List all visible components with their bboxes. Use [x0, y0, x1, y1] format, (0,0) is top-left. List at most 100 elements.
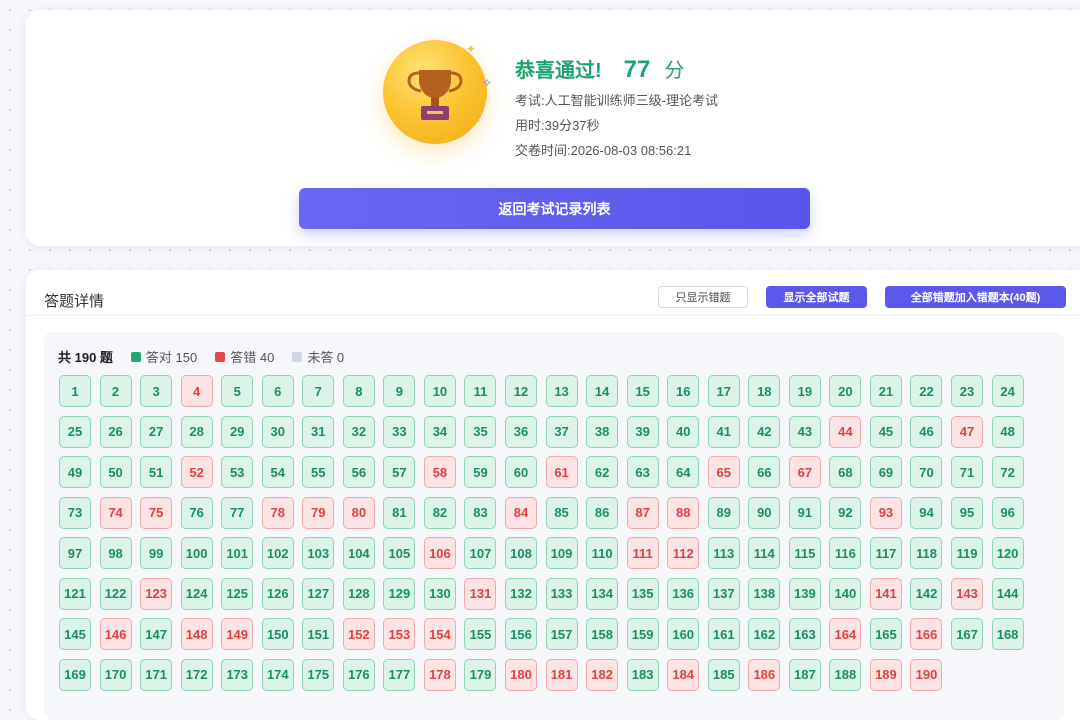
question-item[interactable]: 103 — [302, 537, 335, 569]
question-item[interactable]: 182 — [586, 658, 619, 691]
question-item[interactable]: 129 — [383, 577, 416, 610]
question-item[interactable]: 81 — [383, 496, 416, 529]
question-item[interactable]: 32 — [342, 415, 375, 448]
question-item[interactable]: 51 — [140, 456, 173, 488]
question-item[interactable]: 90 — [748, 496, 781, 529]
question-item[interactable]: 170 — [99, 658, 132, 691]
question-item[interactable]: 131 — [464, 577, 497, 610]
question-item[interactable]: 156 — [505, 618, 538, 650]
question-item[interactable]: 57 — [383, 456, 416, 488]
question-item[interactable]: 86 — [586, 496, 619, 529]
question-item[interactable]: 186 — [748, 658, 781, 691]
question-item[interactable]: 189 — [869, 658, 902, 691]
question-item[interactable]: 100 — [180, 537, 213, 569]
question-item[interactable]: 141 — [869, 577, 902, 610]
question-item[interactable]: 45 — [869, 415, 902, 448]
question-item[interactable]: 113 — [707, 537, 740, 569]
question-item[interactable]: 138 — [748, 577, 781, 610]
question-item[interactable]: 17 — [707, 375, 740, 407]
question-item[interactable]: 142 — [910, 577, 943, 610]
question-item[interactable]: 9 — [383, 375, 416, 407]
question-item[interactable]: 74 — [99, 496, 132, 529]
question-item[interactable]: 128 — [342, 577, 375, 610]
question-item[interactable]: 106 — [423, 537, 456, 569]
question-item[interactable]: 93 — [869, 496, 902, 529]
question-item[interactable]: 120 — [991, 537, 1024, 569]
question-item[interactable]: 146 — [99, 618, 132, 650]
question-item[interactable]: 76 — [180, 496, 213, 529]
question-item[interactable]: 34 — [423, 415, 456, 448]
question-item[interactable]: 169 — [59, 658, 91, 691]
question-item[interactable]: 123 — [140, 577, 173, 610]
question-item[interactable]: 82 — [423, 496, 456, 529]
question-item[interactable]: 35 — [464, 415, 497, 448]
question-item[interactable]: 27 — [140, 415, 173, 448]
question-item[interactable]: 91 — [788, 496, 821, 529]
question-item[interactable]: 108 — [505, 537, 538, 569]
question-item[interactable]: 1 — [59, 375, 91, 407]
question-item[interactable]: 153 — [383, 618, 416, 650]
question-item[interactable]: 78 — [261, 496, 294, 529]
question-item[interactable]: 28 — [180, 415, 213, 448]
question-item[interactable]: 179 — [464, 658, 497, 691]
question-item[interactable]: 7 — [302, 375, 335, 407]
question-item[interactable]: 126 — [261, 577, 294, 610]
question-item[interactable]: 62 — [586, 456, 619, 488]
question-item[interactable]: 66 — [748, 456, 781, 488]
question-item[interactable]: 18 — [748, 375, 781, 407]
question-item[interactable]: 80 — [342, 496, 375, 529]
question-item[interactable]: 116 — [829, 537, 862, 569]
question-item[interactable]: 55 — [302, 456, 335, 488]
question-item[interactable]: 72 — [991, 456, 1024, 488]
question-item[interactable]: 183 — [626, 658, 659, 691]
question-item[interactable]: 109 — [545, 537, 578, 569]
question-item[interactable]: 174 — [261, 658, 294, 691]
question-item[interactable]: 145 — [59, 618, 91, 650]
question-item[interactable]: 115 — [788, 537, 821, 569]
question-item[interactable]: 63 — [626, 456, 659, 488]
question-item[interactable]: 77 — [221, 496, 254, 529]
question-item[interactable]: 36 — [505, 415, 538, 448]
question-item[interactable]: 11 — [464, 375, 497, 407]
question-item[interactable]: 48 — [991, 415, 1024, 448]
question-item[interactable]: 13 — [545, 375, 578, 407]
question-item[interactable]: 117 — [869, 537, 902, 569]
question-item[interactable]: 5 — [221, 375, 254, 407]
back-to-records-button[interactable]: 返回考试记录列表 — [299, 188, 810, 229]
question-item[interactable]: 60 — [505, 456, 538, 488]
question-item[interactable]: 165 — [869, 618, 902, 650]
question-item[interactable]: 130 — [423, 577, 456, 610]
question-item[interactable]: 144 — [991, 577, 1024, 610]
question-item[interactable]: 88 — [667, 496, 700, 529]
question-item[interactable]: 134 — [586, 577, 619, 610]
question-item[interactable]: 37 — [545, 415, 578, 448]
question-item[interactable]: 16 — [667, 375, 700, 407]
question-item[interactable]: 65 — [707, 456, 740, 488]
question-item[interactable]: 73 — [59, 496, 91, 529]
question-item[interactable]: 40 — [667, 415, 700, 448]
question-item[interactable]: 176 — [342, 658, 375, 691]
question-item[interactable]: 135 — [626, 577, 659, 610]
question-item[interactable]: 150 — [261, 618, 294, 650]
question-item[interactable]: 19 — [788, 375, 821, 407]
question-item[interactable]: 3 — [140, 375, 173, 407]
question-item[interactable]: 12 — [505, 375, 538, 407]
question-item[interactable]: 56 — [342, 456, 375, 488]
question-item[interactable]: 163 — [788, 618, 821, 650]
question-item[interactable]: 94 — [910, 496, 943, 529]
question-item[interactable]: 173 — [221, 658, 254, 691]
question-item[interactable]: 133 — [545, 577, 578, 610]
question-item[interactable]: 29 — [221, 415, 254, 448]
question-item[interactable]: 154 — [423, 618, 456, 650]
question-item[interactable]: 46 — [910, 415, 943, 448]
question-item[interactable]: 172 — [180, 658, 213, 691]
question-item[interactable]: 71 — [951, 456, 984, 488]
question-item[interactable]: 20 — [829, 375, 862, 407]
question-item[interactable]: 68 — [829, 456, 862, 488]
question-item[interactable]: 104 — [342, 537, 375, 569]
question-item[interactable]: 33 — [383, 415, 416, 448]
question-item[interactable]: 136 — [667, 577, 700, 610]
question-item[interactable]: 54 — [261, 456, 294, 488]
question-item[interactable]: 148 — [180, 618, 213, 650]
question-item[interactable]: 105 — [383, 537, 416, 569]
